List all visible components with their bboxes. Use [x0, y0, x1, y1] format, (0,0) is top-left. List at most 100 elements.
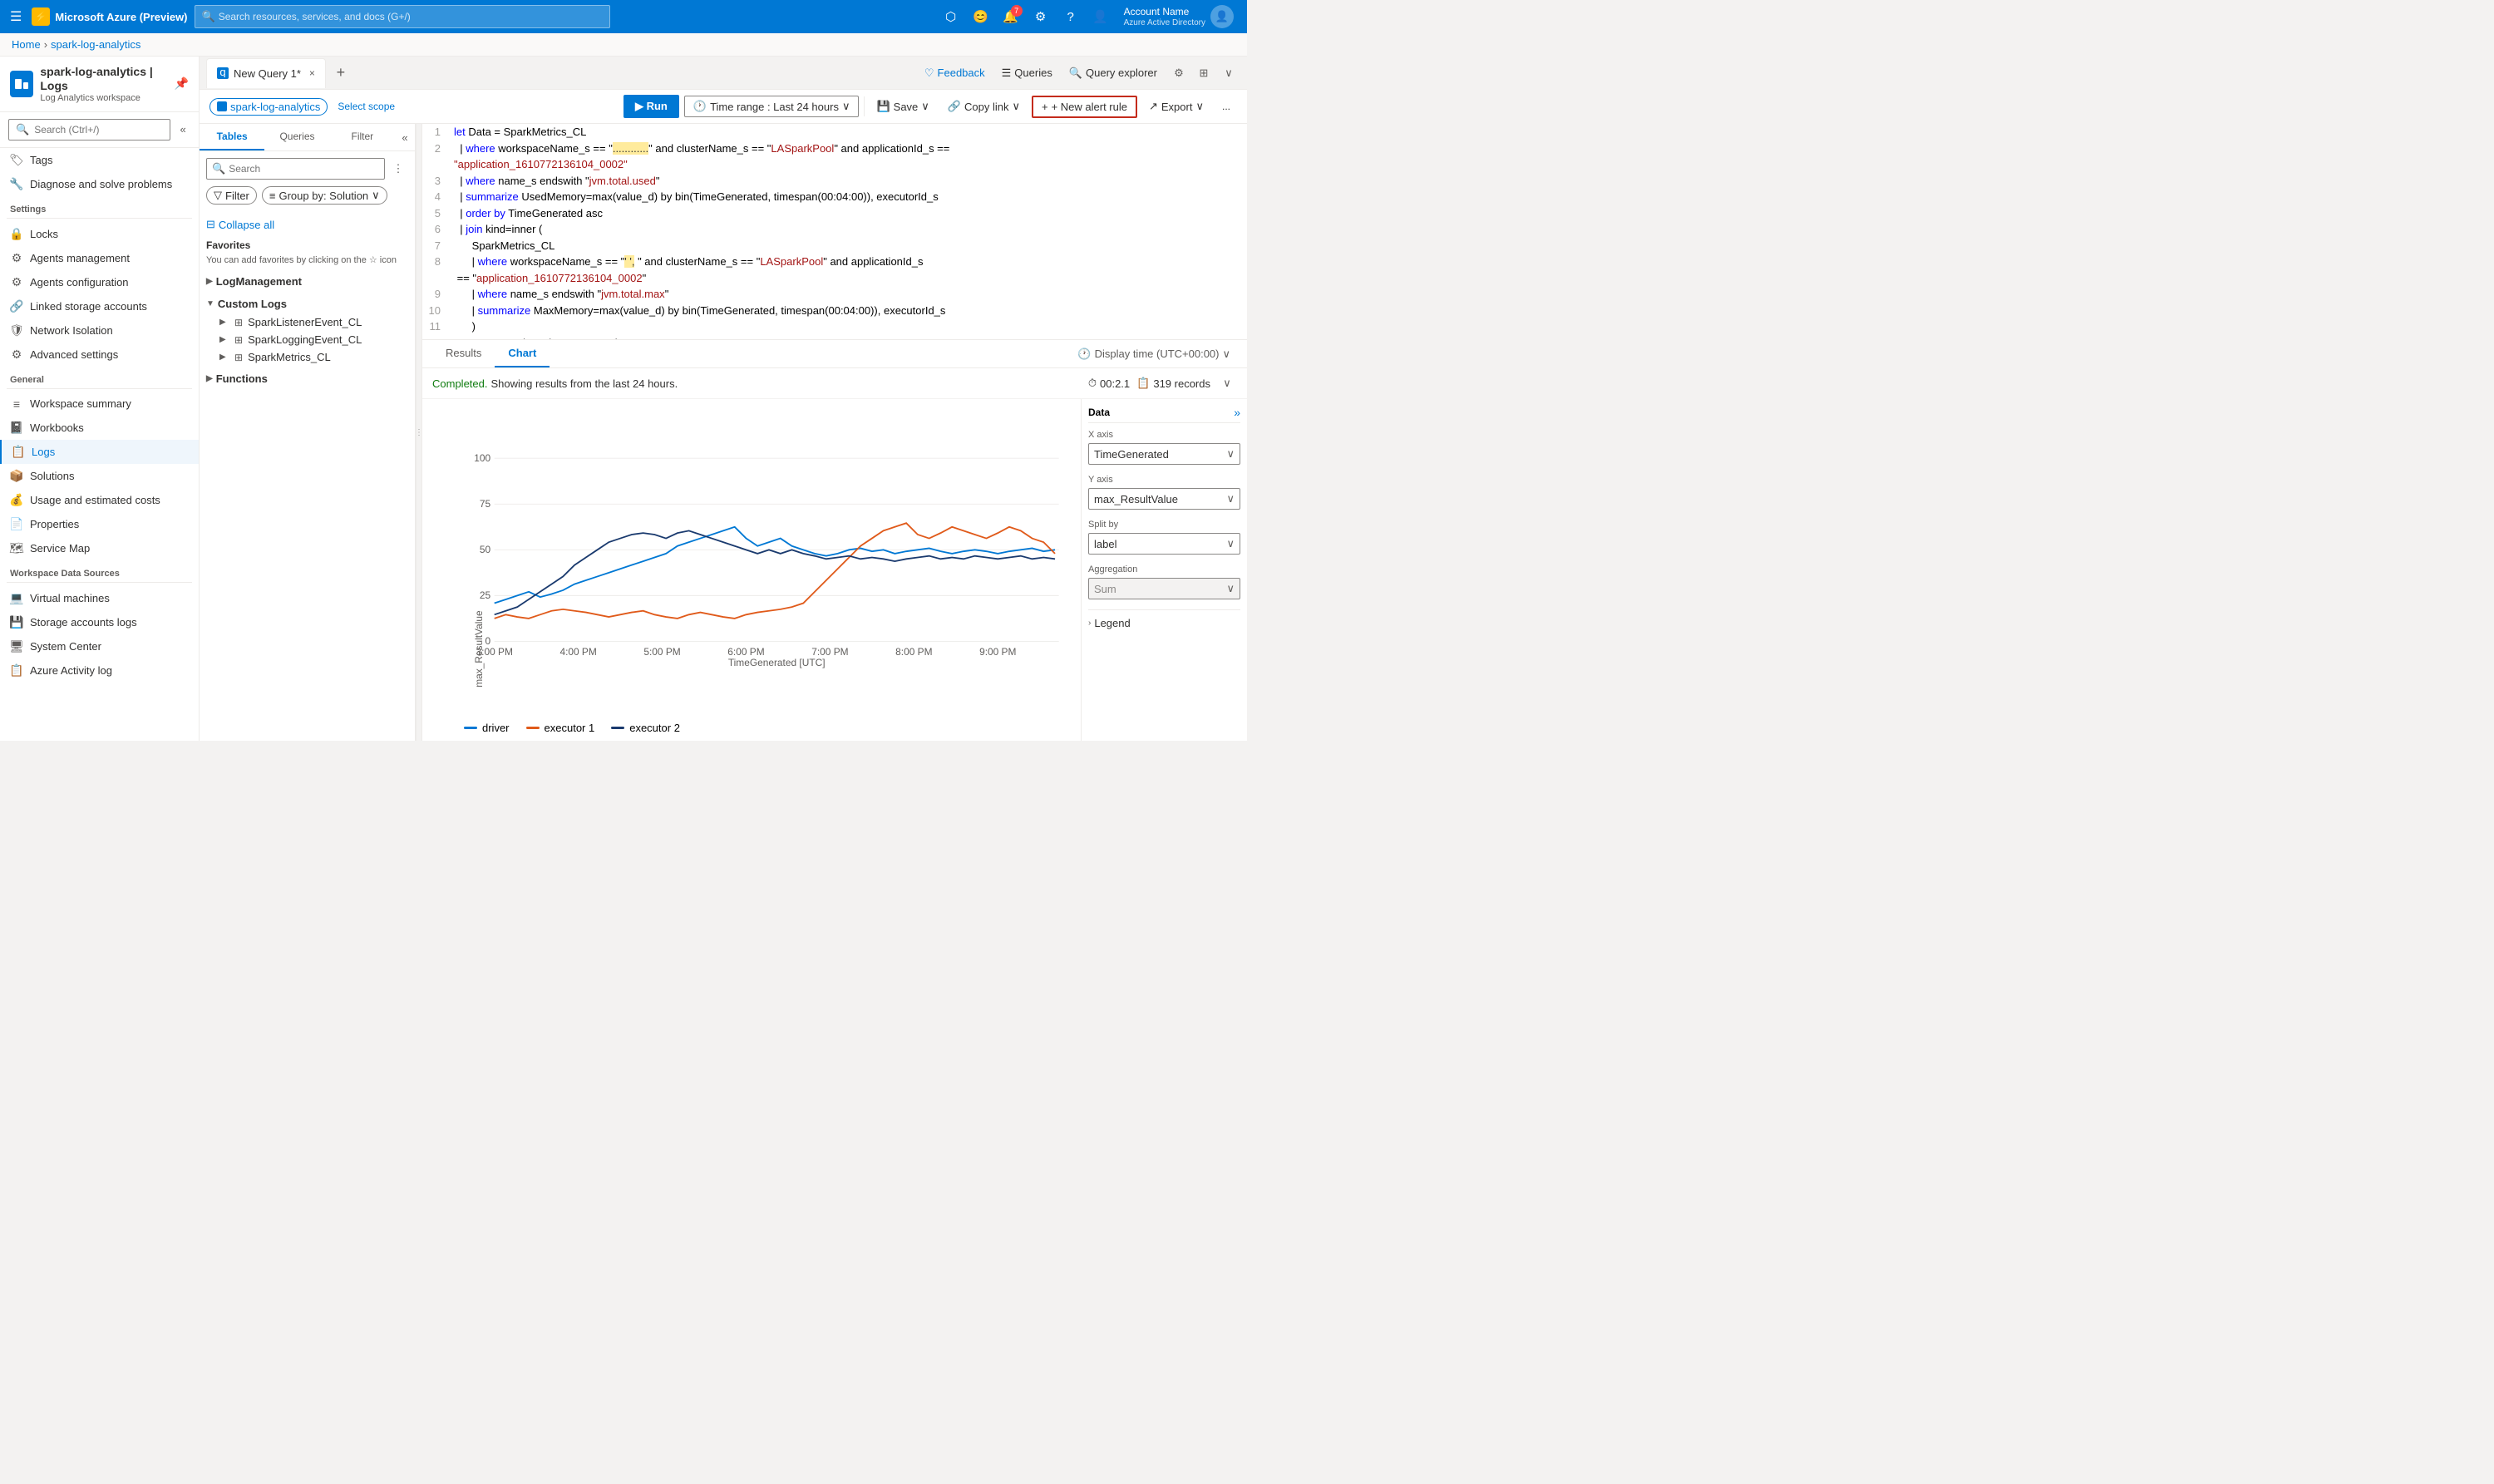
sidebar-item-workbooks[interactable]: 📓 Workbooks — [0, 416, 199, 440]
sidebar-search-input[interactable] — [34, 124, 163, 136]
sidebar-item-agents-mgmt[interactable]: ⚙ Agents management — [0, 246, 199, 270]
sidebar-item-network-isolation[interactable]: 🛡 Network Isolation — [0, 318, 199, 343]
tables-search-area: 🔍 ⋮ — [200, 151, 415, 186]
sidebar-item-service-map[interactable]: 🗺 Service Map — [0, 536, 199, 560]
export-button[interactable]: ↗ Export ∨ — [1142, 96, 1210, 116]
collapse-panel-button[interactable]: « — [395, 127, 415, 147]
table-item-spark-listener[interactable]: ▶ ⊞ SparkListenerEvent_CL — [200, 313, 415, 331]
sidebar-item-system-center[interactable]: 🖥 System Center — [0, 634, 199, 658]
display-time-button[interactable]: 🕐 Display time (UTC+00:00) ∨ — [1071, 344, 1237, 364]
service-map-icon: 🗺 — [10, 541, 23, 555]
settings-button[interactable]: ⚙ — [1028, 3, 1054, 30]
usage-costs-icon: 💰 — [10, 493, 23, 507]
add-tab-button[interactable]: + — [329, 62, 352, 85]
y-axis-select[interactable]: max_ResultValue ∨ — [1088, 488, 1240, 510]
sidebar-item-linked-storage[interactable]: 🔗 Linked storage accounts — [0, 294, 199, 318]
sidebar-item-locks[interactable]: 🔒 Locks — [0, 222, 199, 246]
layout-icon-btn[interactable]: ⊞ — [1192, 62, 1215, 85]
groupby-icon: ≡ — [269, 190, 276, 202]
hamburger-menu[interactable]: ☰ — [7, 5, 25, 28]
account-area[interactable]: Account Name Azure Active Directory 👤 — [1117, 5, 1240, 28]
tab-tables[interactable]: Tables — [200, 124, 264, 150]
sidebar-item-properties[interactable]: 📄 Properties — [0, 512, 199, 536]
notifications-button[interactable]: 🔔 7 — [998, 3, 1024, 30]
expand-results-button[interactable]: ∨ — [1217, 373, 1237, 393]
select-scope-button[interactable]: Select scope — [333, 99, 400, 114]
global-search-bar[interactable]: 🔍 — [195, 5, 610, 28]
sidebar-item-diagnose[interactable]: 🔧 Diagnose and solve problems — [0, 172, 199, 196]
tab-chart[interactable]: Chart — [495, 340, 550, 367]
breadcrumb-home[interactable]: Home — [12, 38, 41, 51]
sidebar-item-advanced-settings[interactable]: ⚙ Advanced settings — [0, 343, 199, 367]
log-management-group: ▶ LogManagement — [200, 272, 415, 291]
sidebar-item-storage-logs[interactable]: 💾 Storage accounts logs — [0, 610, 199, 634]
sidebar-item-label: Agents management — [30, 252, 130, 264]
sidebar-search-inner[interactable]: 🔍 — [8, 119, 170, 141]
table-item-spark-metrics[interactable]: ▶ ⊞ SparkMetrics_CL — [200, 348, 415, 366]
pin-button[interactable]: 📌 — [175, 76, 189, 91]
sidebar-item-solutions[interactable]: 📦 Solutions — [0, 464, 199, 488]
groupby-button[interactable]: ≡ Group by: Solution ∨ — [262, 186, 387, 205]
locks-icon: 🔒 — [10, 227, 23, 241]
toolbar-separator-1 — [864, 96, 865, 116]
filter-button[interactable]: ▽ Filter — [206, 186, 257, 205]
save-button[interactable]: 💾 Save ∨ — [870, 96, 935, 116]
code-line-4: 4 | summarize UsedMemory=max(value_d) by… — [422, 189, 1247, 205]
directory-button[interactable]: 👤 — [1087, 3, 1114, 30]
sidebar-collapse-button[interactable]: « — [175, 120, 190, 140]
new-alert-button[interactable]: + + New alert rule — [1032, 96, 1137, 118]
breadcrumb-resource[interactable]: spark-log-analytics — [51, 38, 140, 51]
y-axis-label: Y axis — [1088, 475, 1240, 485]
sidebar-item-workspace-summary[interactable]: ≡ Workspace summary — [0, 392, 199, 416]
more-button[interactable]: ... — [1215, 97, 1237, 116]
sidebar-item-logs[interactable]: 📋 Logs — [0, 440, 199, 464]
tables-search-inner[interactable]: 🔍 — [206, 158, 385, 180]
sidebar-item-virtual-machines[interactable]: 💻 Virtual machines — [0, 586, 199, 610]
code-editor[interactable]: 1 let Data = SparkMetrics_CL 2 | where w… — [422, 124, 1247, 340]
run-button[interactable]: ▶ Run — [624, 95, 679, 118]
x-axis-select[interactable]: TimeGenerated ∨ — [1088, 443, 1240, 465]
results-tabs: Results Chart 🕐 Display time (UTC+00:00)… — [422, 340, 1247, 368]
help-button[interactable]: ? — [1057, 3, 1084, 30]
sidebar-item-activity-log[interactable]: 📋 Azure Activity log — [0, 658, 199, 683]
tables-search-menu[interactable]: ⋮ — [388, 159, 408, 179]
feedback-top-button[interactable]: 😊 — [968, 3, 994, 30]
feedback-button[interactable]: ♡ Feedback — [918, 63, 992, 83]
tab-filter[interactable]: Filter — [330, 124, 395, 150]
tables-search-input[interactable] — [229, 163, 379, 175]
queries-button[interactable]: ☰ Queries — [995, 63, 1059, 83]
tab-queries[interactable]: Queries — [264, 124, 329, 150]
tab-results[interactable]: Results — [432, 340, 495, 367]
close-tab-button[interactable]: × — [309, 67, 315, 79]
sidebar-item-usage-costs[interactable]: 💰 Usage and estimated costs — [0, 488, 199, 512]
table-item-label: SparkLoggingEvent_CL — [248, 333, 362, 346]
save-label: Save — [894, 101, 919, 113]
log-management-header[interactable]: ▶ LogManagement — [200, 272, 415, 291]
cloud-shell-button[interactable]: ⬡ — [938, 3, 964, 30]
sidebar-item-tags[interactable]: 🏷 Tags — [0, 148, 199, 172]
query-tab-1[interactable]: q New Query 1* × — [206, 58, 326, 88]
data-expand-icon[interactable]: » — [1234, 406, 1240, 419]
functions-header[interactable]: ▶ Functions — [200, 369, 415, 388]
split-by-select[interactable]: label ∨ — [1088, 533, 1240, 555]
data-section-label: Data — [1088, 407, 1110, 418]
records-count: 📋 319 records — [1136, 377, 1210, 390]
custom-logs-header[interactable]: ▼ Custom Logs — [200, 294, 415, 313]
collapse-all-button[interactable]: ⊟ Collapse all — [200, 214, 415, 234]
global-search-input[interactable] — [219, 11, 603, 22]
sidebar-subtitle: Log Analytics workspace — [40, 93, 167, 103]
settings-icon-btn[interactable]: ⚙ — [1167, 62, 1190, 85]
sidebar-item-label: Usage and estimated costs — [30, 494, 160, 506]
azure-logo: ⚡ — [32, 7, 50, 26]
query-explorer-button[interactable]: 🔍 Query explorer — [1062, 63, 1164, 83]
legend-toggle[interactable]: › Legend — [1088, 617, 1240, 629]
chevron-down-icon-btn[interactable]: ∨ — [1217, 62, 1240, 85]
toolbar-icon-group: ⚙ ⊞ ∨ — [1167, 62, 1240, 85]
table-item-spark-logging[interactable]: ▶ ⊞ SparkLoggingEvent_CL — [200, 331, 415, 348]
time-range-button[interactable]: 🕐 Time range : Last 24 hours ∨ — [684, 96, 860, 117]
code-line-1: 1 let Data = SparkMetrics_CL — [422, 124, 1247, 141]
panel-resizer[interactable]: ⋮ — [416, 124, 422, 741]
sidebar-item-agents-config[interactable]: ⚙ Agents configuration — [0, 270, 199, 294]
section-settings: Settings — [0, 196, 199, 218]
copy-link-button[interactable]: 🔗 Copy link ∨ — [941, 96, 1027, 116]
